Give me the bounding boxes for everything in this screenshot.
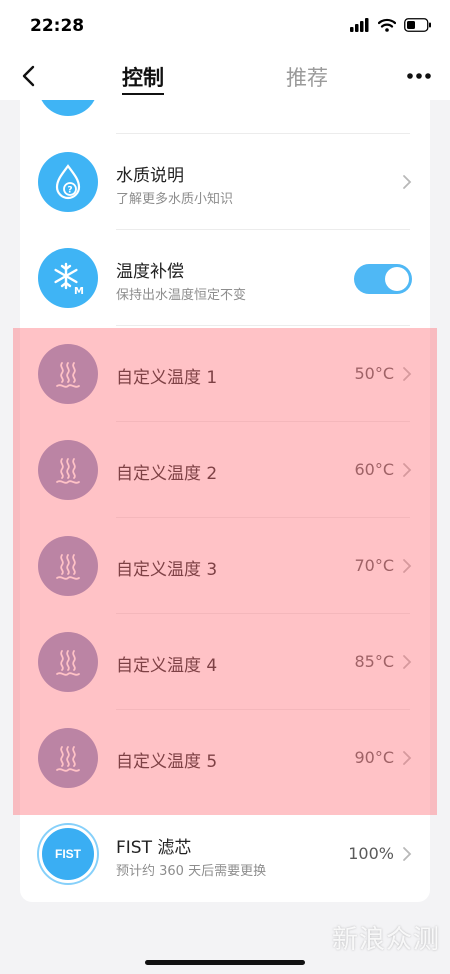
home-indicator — [145, 960, 305, 965]
row-filter[interactable]: FIST FIST 滤芯 预计约 360 天后需要更换 100% — [20, 806, 430, 902]
watermark: 新浪众测 — [331, 925, 440, 955]
wifi-icon — [378, 18, 396, 32]
status-time: 22:28 — [30, 16, 85, 36]
back-icon[interactable] — [16, 60, 44, 92]
row-subtitle: 保持出水温度恒定不变 — [116, 288, 247, 303]
chevron-right-icon — [403, 751, 412, 765]
row-value: 90°C — [354, 748, 394, 767]
status-bar: 22:28 — [0, 0, 450, 52]
settings-card: ? 水质说明 了解更多水质小知识 M 温度补偿 保持出水温度恒定不变 自定义温度… — [20, 100, 430, 902]
filter-badge-wrap: FIST — [38, 824, 98, 884]
water-drop-icon: ? — [38, 152, 98, 212]
tab-recommend[interactable]: 推荐 — [286, 62, 328, 92]
partial-row-icon — [38, 100, 98, 116]
row-temperature-compensation: M 温度补偿 保持出水温度恒定不变 — [20, 230, 430, 326]
chevron-right-icon — [403, 175, 412, 189]
heat-waves-icon — [38, 440, 98, 500]
toggle-knob — [385, 267, 409, 291]
chevron-right-icon — [403, 463, 412, 477]
battery-icon — [404, 18, 431, 32]
temperature-compensation-toggle[interactable] — [354, 264, 412, 294]
row-value: 85°C — [354, 652, 394, 671]
row-value: 50°C — [354, 364, 394, 383]
fist-badge-icon: FIST — [39, 825, 97, 883]
row-title: 水质说明 — [116, 166, 184, 186]
row-custom-temperature-3[interactable]: 自定义温度 3 70°C — [20, 518, 430, 614]
chevron-right-icon — [403, 367, 412, 381]
list-item-partial — [20, 100, 430, 134]
row-title: 自定义温度 2 — [116, 464, 218, 484]
row-value: 60°C — [354, 460, 394, 479]
row-title: 自定义温度 4 — [116, 656, 218, 676]
heat-waves-icon — [38, 632, 98, 692]
signal-icon — [350, 18, 369, 32]
svg-text:?: ? — [67, 186, 72, 196]
chevron-right-icon — [403, 847, 412, 861]
status-icons — [350, 18, 432, 32]
row-custom-temperature-4[interactable]: 自定义温度 4 85°C — [20, 614, 430, 710]
chevron-right-icon — [403, 559, 412, 573]
chevron-right-icon — [403, 655, 412, 669]
row-title: FIST 滤芯 — [116, 838, 192, 858]
row-value: 70°C — [354, 556, 394, 575]
snowflake-icon: M — [38, 248, 98, 308]
heat-waves-icon — [38, 728, 98, 788]
row-title: 自定义温度 1 — [116, 368, 218, 388]
row-custom-temperature-1[interactable]: 自定义温度 1 50°C — [20, 326, 430, 422]
row-water-quality[interactable]: ? 水质说明 了解更多水质小知识 — [20, 134, 430, 230]
svg-text:M: M — [74, 286, 84, 296]
more-icon[interactable] — [406, 66, 432, 86]
heat-waves-icon — [38, 536, 98, 596]
row-custom-temperature-5[interactable]: 自定义温度 5 90°C — [20, 710, 430, 806]
row-title: 自定义温度 5 — [116, 752, 218, 772]
top-nav: 控制 推荐 — [0, 52, 450, 100]
row-custom-temperature-2[interactable]: 自定义温度 2 60°C — [20, 422, 430, 518]
row-subtitle: 了解更多水质小知识 — [116, 192, 234, 207]
row-value: 100% — [348, 844, 394, 863]
tab-control[interactable]: 控制 — [122, 62, 164, 95]
row-title: 自定义温度 3 — [116, 560, 218, 580]
heat-waves-icon — [38, 344, 98, 404]
row-subtitle: 预计约 360 天后需要更换 — [116, 864, 267, 879]
row-title: 温度补偿 — [116, 262, 184, 282]
